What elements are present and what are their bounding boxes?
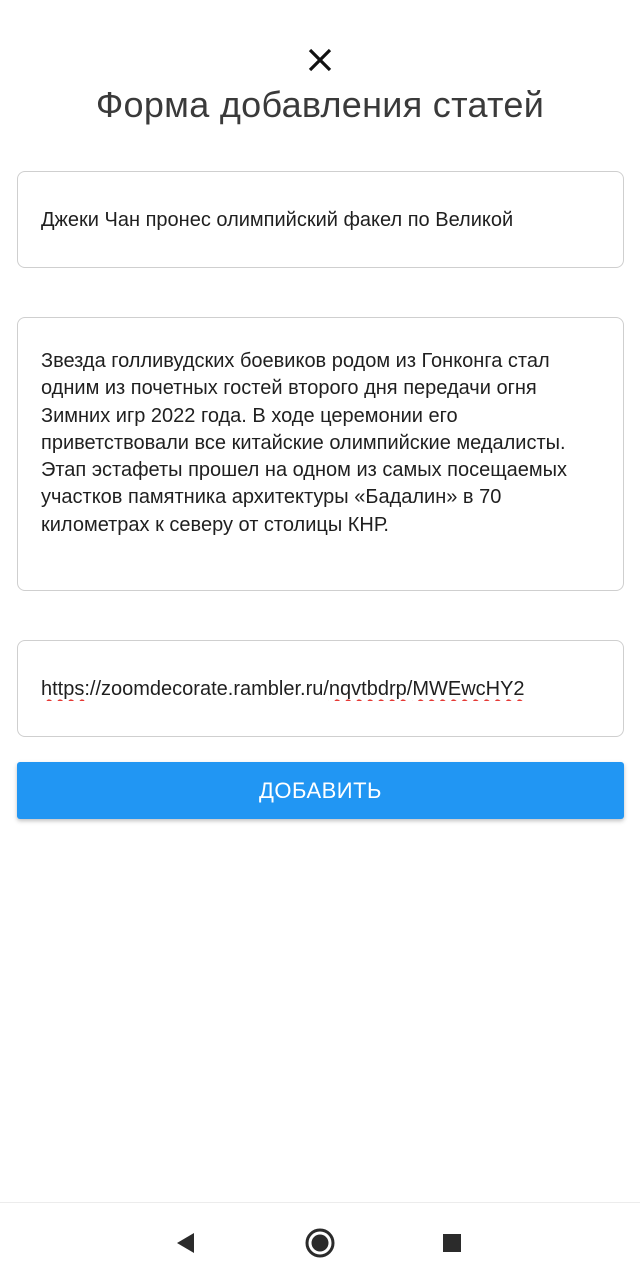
link-part-path1: nqvtbdrp — [328, 678, 407, 700]
home-circle-icon — [305, 1228, 335, 1258]
article-title-value: Джеки Чан пронес олимпийский факел по Ве… — [41, 209, 514, 231]
link-part-scheme: https — [41, 678, 85, 700]
recent-square-icon — [443, 1234, 461, 1252]
back-triangle-icon — [177, 1233, 194, 1253]
article-link-input[interactable]: https://zoomdecorate.rambler.ru/nqvtbdrp… — [17, 640, 624, 737]
article-title-input[interactable]: Джеки Чан пронес олимпийский факел по Ве… — [17, 171, 624, 268]
link-part-path2: MWEwcHY2 — [412, 678, 525, 700]
add-article-screen: Форма добавления статей Джеки Чан пронес… — [0, 0, 640, 1280]
nav-back-button[interactable] — [165, 1223, 205, 1263]
page-title: Форма добавления статей — [95, 84, 545, 125]
system-navbar — [0, 1203, 640, 1280]
nav-recent-button[interactable] — [432, 1223, 472, 1263]
add-button[interactable]: ДОБАВИТЬ — [17, 762, 624, 819]
article-body-value: Звезда голливудских боевиков родом из Го… — [41, 350, 568, 536]
nav-home-button[interactable] — [300, 1223, 340, 1263]
article-link-value: https://zoomdecorate.rambler.ru/nqvtbdrp… — [41, 678, 600, 701]
close-button[interactable] — [300, 42, 340, 78]
article-body-textarea[interactable]: Звезда голливудских боевиков родом из Го… — [17, 317, 624, 591]
close-icon — [308, 48, 332, 72]
link-part-host: ://zoomdecorate.rambler.ru/ — [84, 678, 329, 700]
